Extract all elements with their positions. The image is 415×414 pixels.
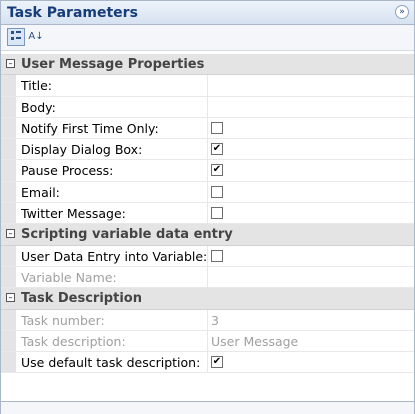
categorized-glyph xyxy=(11,31,21,40)
task-parameters-panel: Task Parameters » A↓ – User Message Prop… xyxy=(0,0,415,414)
property-row-pause-process[interactable]: Pause Process: ✔ xyxy=(1,160,414,182)
property-value-task-number: 3 xyxy=(211,312,219,328)
alphabetical-sort-icon[interactable]: A↓ xyxy=(27,28,45,46)
property-name: Task number: xyxy=(21,312,105,328)
property-row-twitter-message[interactable]: Twitter Message: xyxy=(1,203,414,225)
property-value-task-description: User Message xyxy=(211,333,299,349)
categorized-view-icon[interactable] xyxy=(7,28,25,46)
collapse-category-icon[interactable]: – xyxy=(6,293,15,303)
property-row-notify-first-time-only[interactable]: Notify First Time Only: xyxy=(1,117,414,140)
email-checkbox[interactable] xyxy=(211,185,223,198)
property-name: Notify First Time Only: xyxy=(21,120,159,136)
property-name: Twitter Message: xyxy=(21,206,126,222)
property-row-task-number: Task number: 3 xyxy=(1,309,414,331)
category-scripting-variable-data-entry[interactable]: – Scripting variable data entry xyxy=(1,224,414,246)
property-row-email[interactable]: Email: xyxy=(1,181,414,204)
property-row-title[interactable]: Title: xyxy=(1,75,414,97)
property-row-variable-name: Variable Name: xyxy=(1,266,414,289)
property-row-user-data-entry[interactable]: User Data Entry into Variable: xyxy=(1,245,414,267)
category-user-message-properties[interactable]: – User Message Properties xyxy=(1,54,414,76)
property-toolbar: A↓ xyxy=(1,25,414,51)
property-name: Use default task description: xyxy=(21,355,201,371)
property-name: Variable Name: xyxy=(21,269,117,285)
property-row-display-dialog-box[interactable]: Display Dialog Box: ✔ xyxy=(1,139,414,161)
property-name: Pause Process: xyxy=(21,163,114,179)
property-name: User Data Entry into Variable: xyxy=(21,248,208,264)
property-name: Task description: xyxy=(21,333,126,349)
notify-first-time-checkbox[interactable] xyxy=(211,121,223,134)
property-name: Display Dialog Box: xyxy=(21,142,143,158)
collapse-category-icon[interactable]: – xyxy=(6,59,15,68)
display-dialog-checkbox[interactable]: ✔ xyxy=(211,143,223,156)
panel-title: Task Parameters xyxy=(7,5,138,21)
property-row-body[interactable]: Body: xyxy=(1,96,414,118)
collapse-icon[interactable]: » xyxy=(395,5,409,19)
twitter-message-checkbox[interactable] xyxy=(211,207,223,220)
property-row-task-description: Task description: User Message xyxy=(1,330,414,353)
category-label: Task Description xyxy=(21,291,142,307)
pause-process-checkbox[interactable]: ✔ xyxy=(211,164,223,177)
property-name: Email: xyxy=(21,184,60,200)
property-name: Title: xyxy=(21,78,52,94)
description-pane xyxy=(1,401,414,414)
user-data-entry-checkbox[interactable] xyxy=(211,249,223,262)
collapse-category-icon[interactable]: – xyxy=(6,229,15,239)
property-name: Body: xyxy=(21,99,56,115)
property-grid: – User Message Properties Title: Body: N… xyxy=(1,54,414,374)
category-label: User Message Properties xyxy=(21,57,205,72)
panel-titlebar: Task Parameters » xyxy=(1,1,414,25)
use-default-description-checkbox[interactable]: ✔ xyxy=(211,356,223,369)
property-row-use-default-task-description[interactable]: Use default task description: ✔ xyxy=(1,352,414,374)
category-label: Scripting variable data entry xyxy=(21,227,233,243)
category-task-description[interactable]: – Task Description xyxy=(1,288,414,310)
